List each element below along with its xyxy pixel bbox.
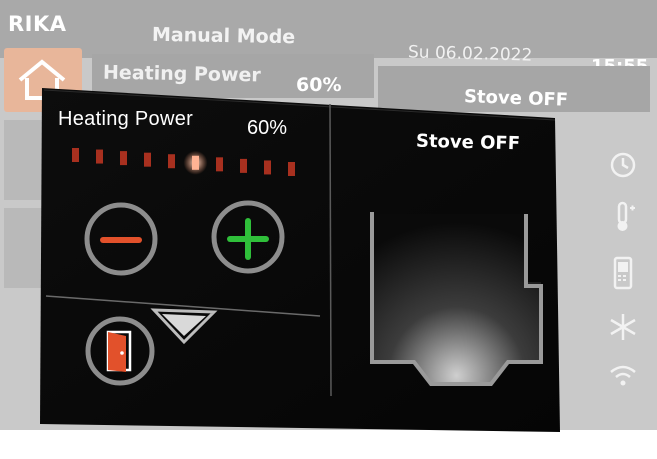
decrease-power-button[interactable] (84, 202, 158, 276)
panel-divider-vertical (329, 103, 332, 397)
heating-level-segment (120, 151, 127, 166)
heating-power-value: 60% (247, 117, 288, 139)
stove-illustration (370, 212, 543, 386)
heating-level-segment (96, 149, 103, 164)
heating-level-segment (264, 160, 271, 175)
heating-level-segment (288, 162, 295, 176)
door-button[interactable] (85, 316, 155, 386)
increase-power-button[interactable] (211, 200, 285, 274)
heating-level-segment (192, 155, 199, 170)
heating-power-label: Heating Power (58, 108, 194, 130)
stove-status-label: Stove OFF (415, 130, 521, 155)
expand-menu-button[interactable] (150, 304, 220, 348)
heating-level-segment (216, 157, 223, 172)
heating-level-segment (240, 158, 247, 173)
heating-level-segment (72, 148, 79, 162)
heating-level-segment (144, 152, 151, 167)
heating-level-segment (168, 154, 175, 169)
